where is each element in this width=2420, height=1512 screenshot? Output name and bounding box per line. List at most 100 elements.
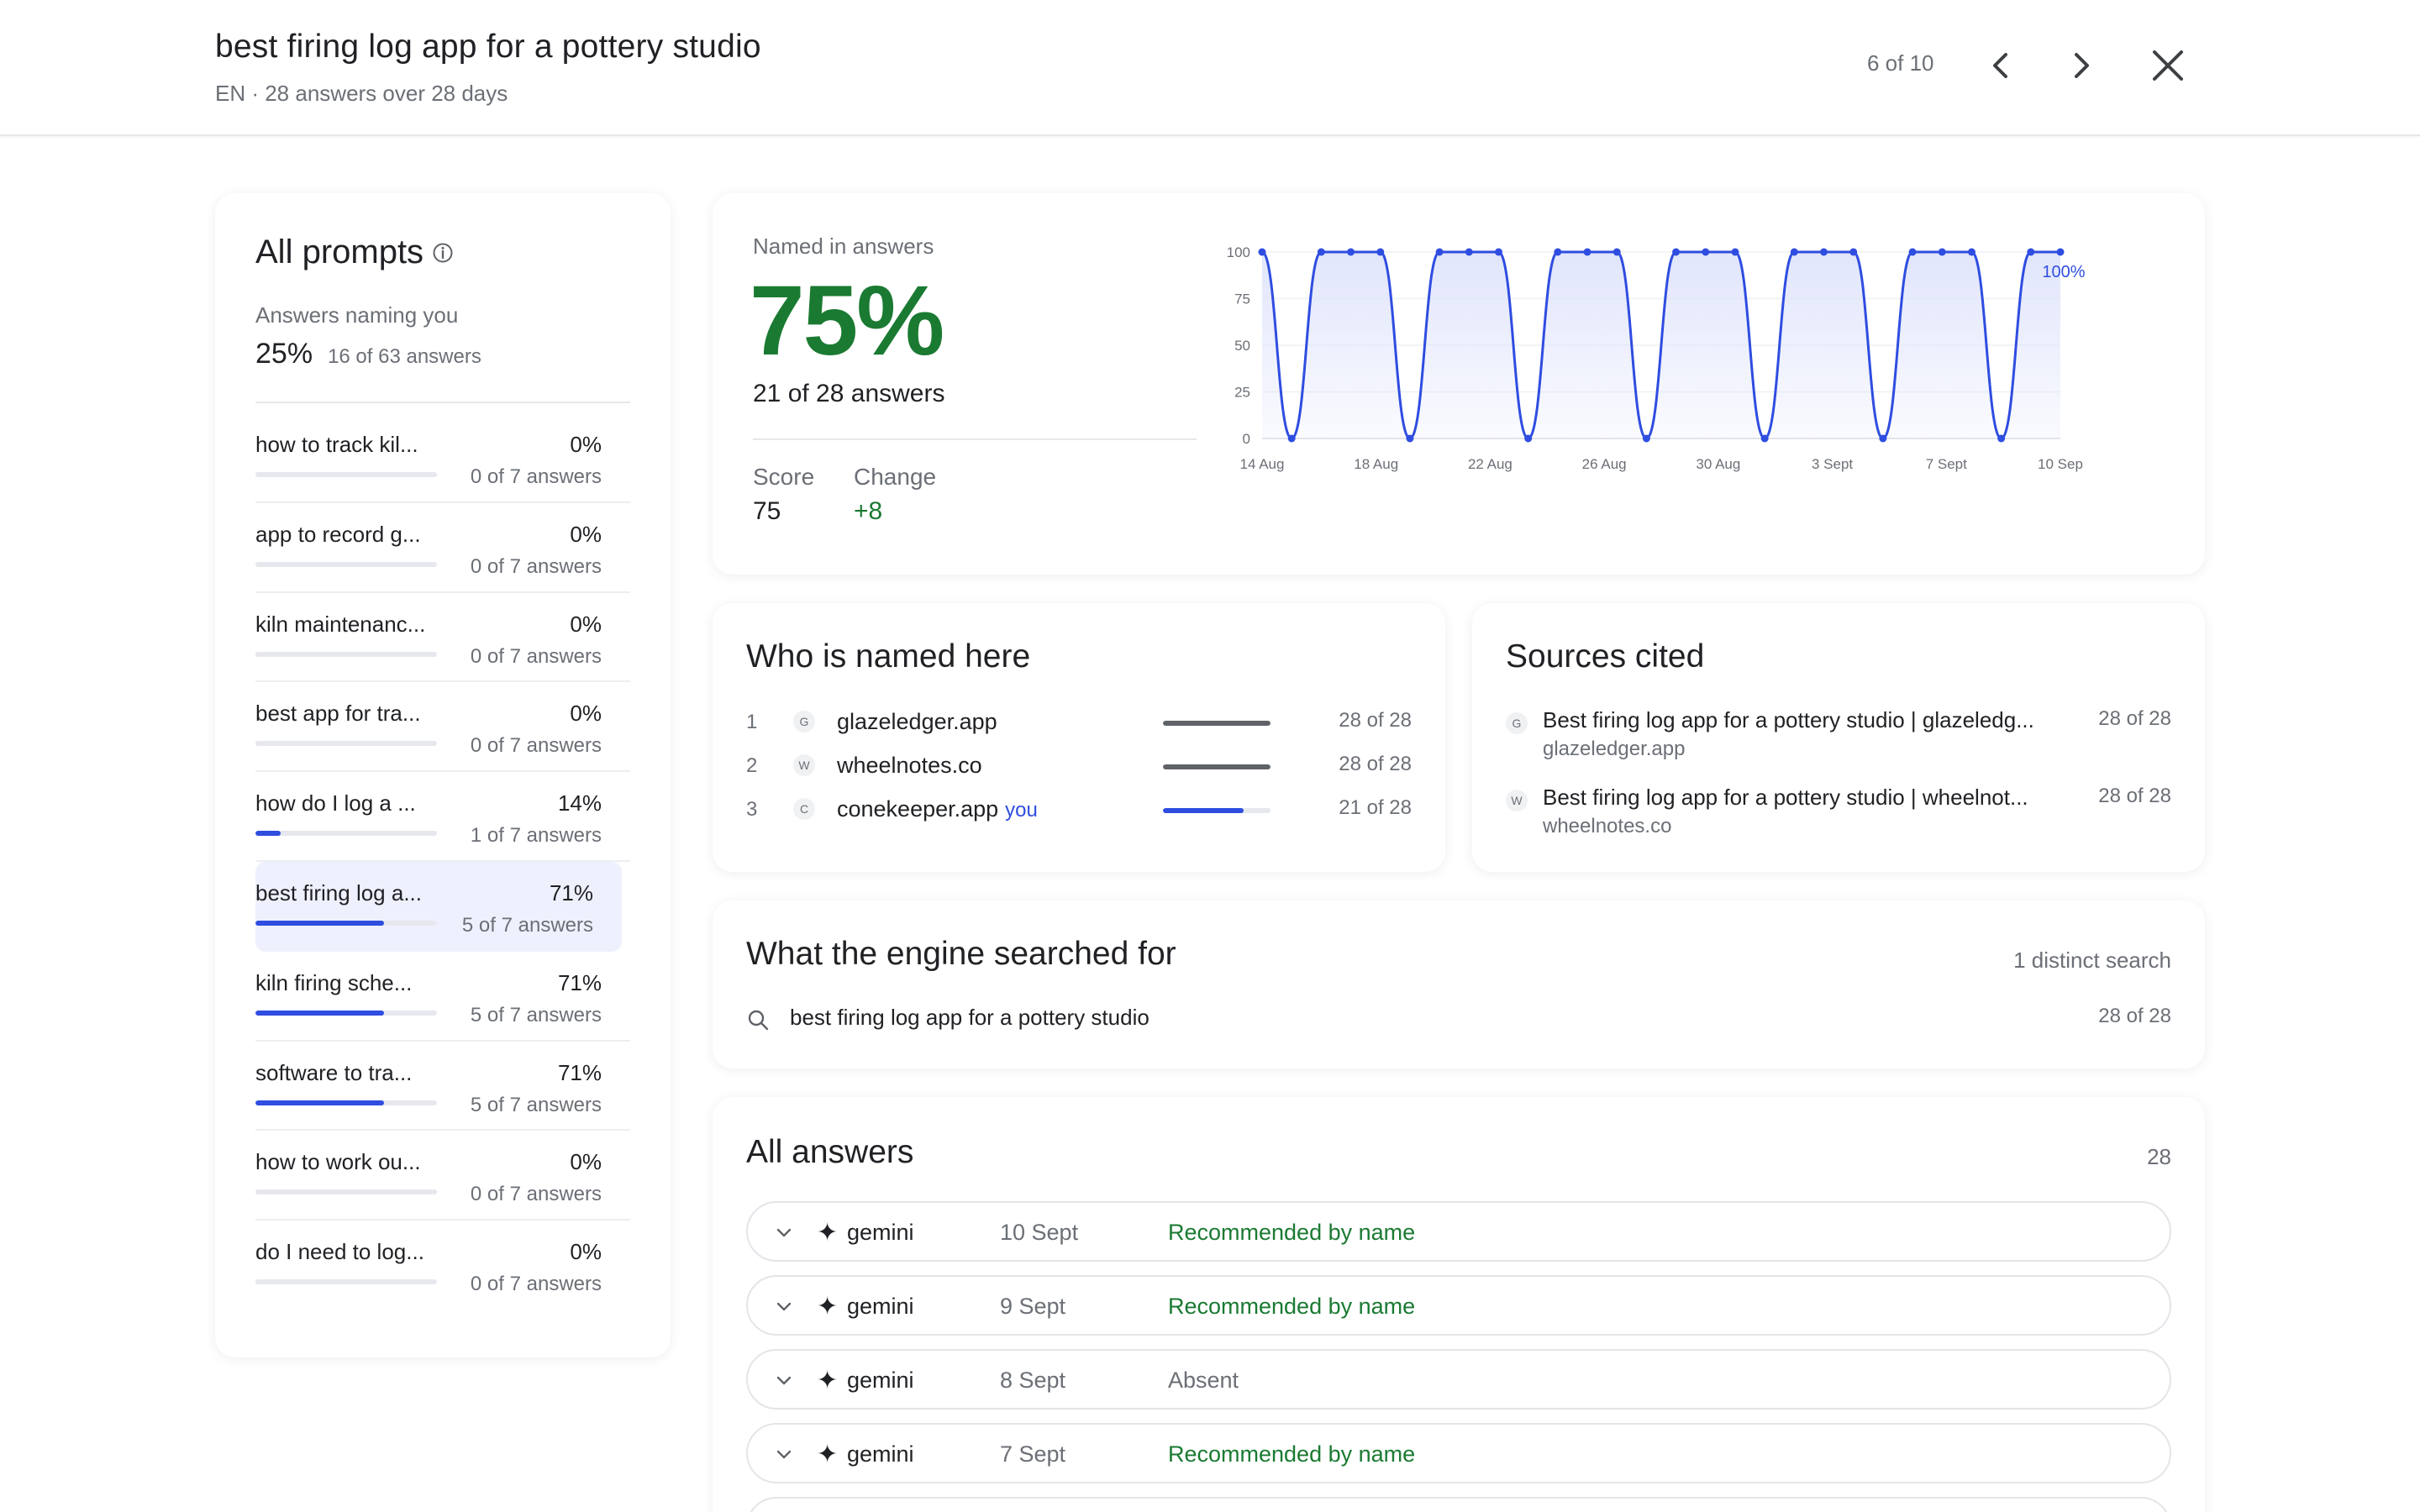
prompt-list-item[interactable]: app to record g... 0% 0 of 7 answers: [255, 503, 630, 593]
chevron-down-icon[interactable]: [773, 1369, 795, 1391]
brand-name-text: conekeeper.app: [837, 796, 999, 822]
named-brand-row[interactable]: 3 Cconekeeper.app you 21 of 28: [746, 795, 1412, 828]
close-button[interactable]: [2138, 35, 2198, 96]
data-point: [1612, 248, 1621, 256]
you-badge: you: [1005, 799, 1038, 822]
naming-summary: 25% 16 of 63 answers: [255, 338, 481, 370]
source-domain: wheelnotes.co: [1543, 815, 1672, 837]
metric-label: Named in answers: [753, 234, 934, 259]
prompt-text: kiln firing sche...: [255, 969, 413, 995]
brand-rank: 3: [746, 798, 758, 821]
answer-engine: gemini: [847, 1441, 914, 1467]
prompt-text: how to track kil...: [255, 432, 418, 457]
prompt-percentage: 0%: [570, 1239, 602, 1265]
prompt-list-item[interactable]: software to tra... 71% 5 of 7 answers: [255, 1042, 630, 1131]
y-tick-label: 0: [1243, 431, 1250, 447]
answer-status: Recommended by name: [1168, 1294, 1416, 1319]
data-point: [1287, 434, 1296, 443]
brand-favicon-icon: G: [793, 711, 815, 732]
brand-name: glazeledger.app: [837, 709, 997, 735]
answer-row[interactable]: [746, 1497, 2171, 1512]
prompt-list-item[interactable]: how to work ou... 0% 0 of 7 answers: [255, 1131, 630, 1221]
pager-count: 6 of 10: [1867, 50, 1934, 76]
prompt-list-item[interactable]: best firing log a... 71% 5 of 7 answers: [255, 861, 622, 952]
prompt-list-item[interactable]: best app for tra... 0% 0 of 7 answers: [255, 682, 630, 773]
prompt-answer-count: 5 of 7 answers: [461, 913, 593, 937]
answers-total: 28: [2147, 1144, 2171, 1169]
prompt-percentage: 0%: [570, 701, 602, 727]
search-icon: [748, 1010, 769, 1031]
source-row[interactable]: W Best firing log app for a pottery studi…: [1506, 785, 2171, 852]
all-answers-card: All answers 28 ✦ gemini 10 Sept Recommended…: [713, 1097, 2205, 1512]
prompt-progress-bar: [255, 1189, 437, 1195]
prompt-list-item[interactable]: how to track kil... 0% 0 of 7 answers: [255, 413, 630, 503]
prompt-percentage: 0%: [570, 432, 602, 457]
answer-status: Recommended by name: [1168, 1220, 1416, 1245]
answer-date: 10 Sept: [1000, 1220, 1079, 1245]
brand-name: conekeeper.app you: [837, 796, 1038, 822]
brand-favicon-icon: W: [793, 754, 815, 776]
prompt-answer-count: 0 of 7 answers: [470, 1183, 602, 1206]
prompt-list-item[interactable]: do I need to log... 0% 0 of 7 answers: [255, 1221, 630, 1310]
answer-row[interactable]: ✦ gemini 9 Sept Recommended by name: [746, 1275, 2171, 1336]
chevron-right-icon: [2075, 53, 2089, 78]
data-point: [1672, 248, 1681, 256]
previous-button[interactable]: [1971, 35, 2032, 96]
source-title[interactable]: Best firing log app for a pottery studio…: [1543, 785, 2072, 811]
prompt-text: software to tra...: [255, 1059, 413, 1085]
sparkle-icon: ✦: [817, 1441, 839, 1468]
prompt-percentage: 0%: [570, 521, 602, 547]
answer-date: 8 Sept: [1000, 1368, 1066, 1393]
y-tick-label: 25: [1234, 385, 1250, 401]
next-button[interactable]: [2050, 35, 2111, 96]
chevron-down-icon[interactable]: [773, 1295, 795, 1317]
brand-share-fill: [1163, 808, 1244, 813]
all-prompts-title: All prompts: [255, 234, 454, 271]
metric-value: 75%: [750, 265, 944, 376]
source-title[interactable]: Best firing log app for a pottery studio…: [1543, 707, 2072, 733]
x-tick-label: 18 Aug: [1354, 456, 1398, 472]
brand-count: 28 of 28: [1339, 709, 1412, 732]
answer-engine: gemini: [847, 1220, 914, 1245]
prompt-progress-bar: [255, 831, 437, 837]
prompt-progress-bar: [255, 1279, 437, 1285]
prompt-list-item[interactable]: kiln maintenanc... 0% 0 of 7 answers: [255, 593, 630, 683]
prompt-list-item[interactable]: how do I log a ... 14% 1 of 7 answers: [255, 772, 630, 862]
answer-row[interactable]: ✦ gemini 7 Sept Recommended by name: [746, 1423, 2171, 1483]
named-brand-row[interactable]: 2 Wwheelnotes.co 28 of 28: [746, 751, 1412, 785]
brand-share-bar: [1163, 764, 1270, 769]
chevron-down-icon[interactable]: [773, 1221, 795, 1243]
search-query-count: 28 of 28: [2098, 1005, 2171, 1027]
data-point: [1583, 248, 1591, 256]
data-point: [1849, 248, 1858, 256]
data-point: [1376, 248, 1385, 256]
x-tick-label: 3 Sept: [1812, 456, 1853, 472]
named-trend-chart: 100 75 50 25 0 14 Aug 18 Aug 22 Aug 26 Aug 30 Aug…: [1227, 244, 2086, 472]
prompt-progress-bar: [255, 1010, 437, 1016]
answers-title: All answers: [746, 1134, 914, 1170]
source-count: 28 of 28: [2098, 707, 2171, 730]
answer-row[interactable]: ✦ gemini 10 Sept Recommended by name: [746, 1201, 2171, 1262]
all-prompts-panel: All prompts Answers naming you 25% 16 of…: [215, 193, 671, 1357]
data-point: [1347, 248, 1355, 256]
info-circle-icon[interactable]: [432, 242, 454, 264]
source-row[interactable]: G Best firing log app for a pottery studi…: [1506, 707, 2171, 774]
data-point: [1908, 248, 1917, 256]
brand-count: 21 of 28: [1339, 796, 1412, 819]
source-count: 28 of 28: [2098, 785, 2171, 807]
answer-status: Recommended by name: [1168, 1441, 1416, 1467]
who-is-named-card: Who is named here 1 Gglazeledger.app 28 of…: [713, 603, 1445, 872]
answer-row[interactable]: ✦ gemini 8 Sept Absent: [746, 1349, 2171, 1410]
named-brand-row[interactable]: 1 Gglazeledger.app 28 of 28: [746, 707, 1412, 741]
y-tick-label: 100: [1227, 244, 1250, 260]
prompt-percentage: 71%: [557, 1059, 602, 1085]
score-label: Score: [753, 464, 815, 490]
chevron-down-icon[interactable]: [773, 1443, 795, 1465]
data-point: [1938, 248, 1946, 256]
search-query: best firing log app for a pottery studio: [790, 1005, 1150, 1030]
prompt-list-item[interactable]: kiln firing sche... 71% 5 of 7 answers: [255, 952, 630, 1042]
prompt-answer-count: 0 of 7 answers: [470, 734, 602, 758]
data-point: [1760, 434, 1769, 443]
data-point: [1406, 434, 1414, 443]
prompt-answer-count: 0 of 7 answers: [470, 1273, 602, 1296]
